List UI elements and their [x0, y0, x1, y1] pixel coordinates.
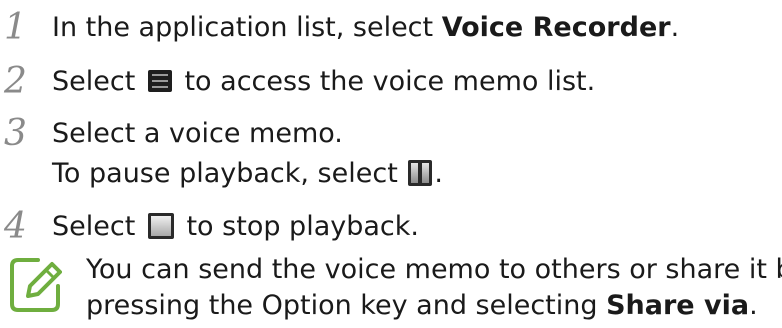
- note-text-start: pressing the Option key and selecting: [86, 290, 607, 321]
- step-text-start: To pause playback, select: [52, 158, 407, 189]
- step-text-line-2: To pause playback, select .: [52, 154, 443, 194]
- step-number: 2: [4, 61, 27, 102]
- step-text-end: to stop playback.: [177, 211, 419, 242]
- note-pencil-icon: [10, 258, 62, 312]
- step-number: 1: [4, 7, 27, 48]
- pause-icon: [408, 159, 433, 186]
- note-text: You can send the voice memo to others or…: [86, 252, 782, 324]
- step-text: In the application list, select Voice Re…: [52, 8, 679, 48]
- step-text-end: to access the voice memo list.: [175, 66, 596, 97]
- step-number: 3: [4, 113, 27, 154]
- note-text-end: .: [749, 290, 758, 321]
- step-text-start: Select: [52, 211, 144, 242]
- app-name-voice-recorder: Voice Recorder: [441, 12, 671, 43]
- step-text-start: In the application list, select: [52, 12, 442, 43]
- share-via-label: Share via: [606, 290, 750, 321]
- note-line-1: You can send the voice memo to others or…: [86, 254, 782, 285]
- step-text-line-1: Select a voice memo.: [52, 118, 343, 149]
- step-text-start: Select: [52, 66, 144, 97]
- note-line-2: pressing the Option key and selecting Sh…: [86, 288, 782, 324]
- menu-list-icon: [147, 69, 172, 92]
- stop-icon: [147, 212, 174, 239]
- step-text: Select to access the voice memo list.: [52, 62, 595, 102]
- step-text: Select to stop playback.: [52, 207, 419, 247]
- step-number: 4: [4, 206, 27, 247]
- step-text-end: .: [434, 158, 443, 189]
- step-text-end: .: [670, 12, 680, 43]
